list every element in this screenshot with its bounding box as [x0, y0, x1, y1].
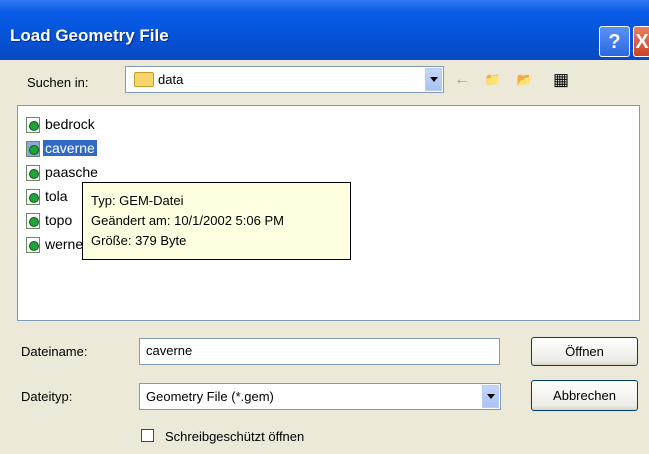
- gem-file-icon: [26, 117, 40, 133]
- filetype-dropdown[interactable]: Geometry File (*.gem): [139, 383, 501, 410]
- chevron-down-icon[interactable]: [482, 385, 499, 408]
- cancel-button[interactable]: Abbrechen: [531, 380, 638, 411]
- new-folder-icon[interactable]: 📂: [514, 70, 536, 90]
- filename-input[interactable]: caverne: [139, 338, 500, 365]
- chevron-down-icon[interactable]: [425, 68, 442, 91]
- gem-file-icon: [26, 237, 40, 253]
- open-button[interactable]: Öffnen: [531, 337, 638, 366]
- window-title: Load Geometry File: [10, 26, 169, 45]
- readonly-label[interactable]: Schreibgeschützt öffnen: [165, 429, 304, 444]
- gem-file-icon: [26, 165, 40, 181]
- gem-file-icon: [26, 141, 40, 157]
- close-button[interactable]: X: [633, 26, 649, 57]
- filename-label: Dateiname:: [21, 344, 88, 359]
- lookin-label: Suchen in:: [27, 75, 89, 90]
- file-info-tooltip: Typ: GEM-Datei Geändert am: 10/1/2002 5:…: [82, 182, 351, 260]
- lookin-dropdown[interactable]: data: [125, 66, 444, 93]
- file-name: tola: [45, 188, 68, 204]
- tooltip-modified: Geändert am: 10/1/2002 5:06 PM: [91, 213, 284, 228]
- gem-file-icon: [26, 189, 40, 205]
- tooltip-type: Typ: GEM-Datei: [91, 193, 184, 208]
- view-menu-icon[interactable]: ▦: [550, 70, 572, 90]
- up-folder-icon[interactable]: 📁: [482, 70, 504, 90]
- title-bar: Load Geometry File ? X: [0, 0, 649, 60]
- file-name: paasche: [45, 164, 98, 180]
- file-name: caverne: [43, 140, 97, 156]
- readonly-checkbox[interactable]: [141, 429, 154, 442]
- file-name: bedrock: [45, 116, 95, 132]
- lookin-value: data: [158, 72, 184, 87]
- gem-file-icon: [26, 213, 40, 229]
- filetype-value: Geometry File (*.gem): [146, 389, 274, 404]
- file-name: topo: [45, 212, 73, 228]
- tooltip-size: Größe: 379 Byte: [91, 233, 187, 248]
- filetype-label: Dateityp:: [21, 389, 73, 404]
- folder-icon: [134, 72, 154, 87]
- help-button[interactable]: ?: [599, 26, 630, 57]
- back-icon[interactable]: ←: [451, 70, 473, 90]
